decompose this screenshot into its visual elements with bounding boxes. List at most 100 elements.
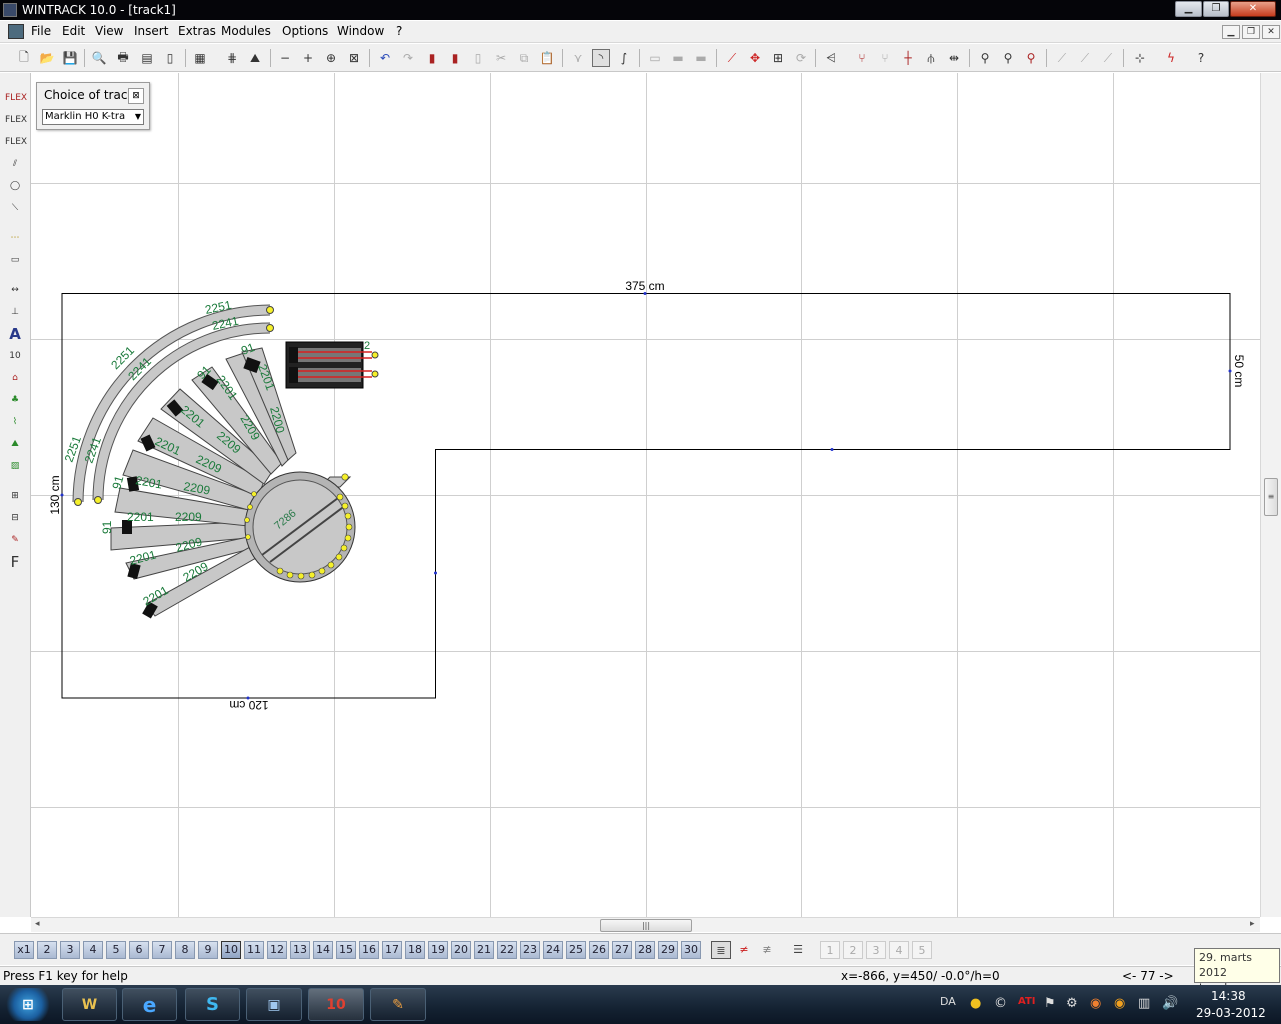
paint-taskbar-icon[interactable]: ✎ <box>370 988 426 1021</box>
switch-left-icon[interactable]: ⑂ <box>853 49 871 67</box>
map-tool-icon[interactable]: ▨ <box>5 457 25 475</box>
layer-tab-8[interactable]: 8 <box>175 941 195 959</box>
messenger-tray-icon[interactable]: ● <box>970 996 981 1011</box>
rotate-icon[interactable]: ⊞ <box>769 49 787 67</box>
vertical-scroll-thumb[interactable]: ≡ <box>1264 478 1278 516</box>
horizontal-scroll-thumb[interactable]: ||| <box>600 919 692 932</box>
parts-list-icon[interactable]: ⋕ <box>223 49 241 67</box>
layer-tab-28[interactable]: 28 <box>635 941 655 959</box>
layer-tab-1[interactable]: x1 <box>14 941 34 959</box>
height-tool-icon[interactable]: ⋯ <box>5 229 25 247</box>
scissors-icon[interactable]: ✂ <box>492 49 510 67</box>
align-icon[interactable]: ▬ <box>692 49 710 67</box>
menu-file[interactable]: File <box>31 24 51 38</box>
font-tool-icon[interactable]: F <box>5 553 25 571</box>
menu-window[interactable]: Window <box>337 24 384 38</box>
ruler-tool-icon[interactable]: ⊥ <box>5 303 25 321</box>
menu-help[interactable]: ? <box>396 24 402 38</box>
oval-tool-icon[interactable]: ◯ <box>5 177 25 195</box>
menu-edit[interactable]: Edit <box>62 24 85 38</box>
slope-three-icon[interactable]: ⟋ <box>1099 49 1117 67</box>
view-tab-5[interactable]: 5 <box>912 941 932 959</box>
menu-options[interactable]: Options <box>282 24 328 38</box>
layer-tab-15[interactable]: 15 <box>336 941 356 959</box>
open-folder-icon[interactable]: 📂 <box>38 49 56 67</box>
vertical-scrollbar[interactable]: ≡ <box>1260 73 1281 917</box>
layout-canvas[interactable]: 375 cm 50 cm 130 cm 120 cm 2251 2241 225… <box>31 73 1260 917</box>
tree-tool-icon[interactable]: ♣ <box>5 391 25 409</box>
cut-track-icon[interactable]: ▮ <box>446 49 464 67</box>
layer-tab-26[interactable]: 26 <box>589 941 609 959</box>
new-file-icon[interactable]: 🗋 <box>15 49 33 67</box>
terrain-tool-icon[interactable]: ⌇ <box>5 413 25 431</box>
horizontal-scrollbar[interactable]: ◂ ||| ▸ <box>31 917 1260 932</box>
rotate-180-icon[interactable]: ⟳ <box>792 49 810 67</box>
wintrack-taskbar-icon[interactable]: 10 <box>308 988 364 1021</box>
curve-track-icon[interactable]: ◝ <box>592 49 610 67</box>
network-tray-icon[interactable]: ▥ <box>1138 996 1150 1011</box>
connect-icon[interactable]: ⟋ <box>723 49 741 67</box>
steam-tray-icon[interactable]: ⚙ <box>1066 996 1078 1011</box>
zoom-all-icon[interactable]: ⊠ <box>345 49 363 67</box>
scroll-right-icon[interactable]: ▸ <box>1250 919 1255 929</box>
align-horizontal-tool-icon[interactable]: ⊟ <box>5 509 25 527</box>
zoom-window-icon[interactable]: ⊕ <box>322 49 340 67</box>
view-tab-4[interactable]: 4 <box>889 941 909 959</box>
menu-insert[interactable]: Insert <box>134 24 168 38</box>
text-tool-icon[interactable]: A <box>5 325 25 343</box>
panel-close-icon[interactable]: ⊠ <box>128 88 144 104</box>
mdi-minimize-button[interactable]: ▁ <box>1222 25 1240 39</box>
diagonal-tool-icon[interactable]: ⟍ <box>5 199 25 217</box>
platform-tool-icon[interactable]: ▭ <box>5 251 25 269</box>
help-pointer-icon[interactable]: ? <box>1192 49 1210 67</box>
clock-date[interactable]: 29-03-2012 <box>1196 1006 1266 1020</box>
signal-icon[interactable]: ⚲ <box>976 49 994 67</box>
move-icon[interactable]: ✥ <box>746 49 764 67</box>
minimize-button[interactable]: ▁ <box>1175 1 1202 17</box>
layer-tab-14[interactable]: 14 <box>313 941 333 959</box>
layer-tab-16[interactable]: 16 <box>359 941 379 959</box>
flag-tray-icon[interactable]: ⚑ <box>1044 996 1056 1011</box>
dimension-tool-icon[interactable]: ↔ <box>5 281 25 299</box>
all-layers-icon[interactable]: ≣ <box>711 941 731 959</box>
volume-tray-icon[interactable]: 🔊 <box>1162 996 1178 1011</box>
library-icon[interactable]: ▦ <box>191 49 209 67</box>
signal-two-icon[interactable]: ⚲ <box>999 49 1017 67</box>
group-icon[interactable]: ▭ <box>646 49 664 67</box>
building-tool-icon[interactable]: ⌂ <box>5 369 25 387</box>
redo-icon[interactable]: ↷ <box>399 49 417 67</box>
switch-right-icon[interactable]: ⑂ <box>876 49 894 67</box>
zoom-in-icon[interactable]: + <box>299 49 317 67</box>
layer-tab-23[interactable]: 23 <box>520 941 540 959</box>
cross-icon[interactable]: ┼ <box>899 49 917 67</box>
undo-icon[interactable]: ↶ <box>376 49 394 67</box>
view-tab-2[interactable]: 2 <box>843 941 863 959</box>
zoom-out-icon[interactable]: − <box>276 49 294 67</box>
measure-icon[interactable]: ⊹ <box>1131 49 1149 67</box>
language-indicator[interactable]: DA <box>940 995 956 1008</box>
save-icon[interactable]: 💾 <box>61 49 79 67</box>
start-button[interactable]: ⊞ <box>2 988 54 1021</box>
layer-tab-29[interactable]: 29 <box>658 941 678 959</box>
update-tray-icon[interactable]: ◉ <box>1114 996 1125 1011</box>
page-icon[interactable]: ▯ <box>161 49 179 67</box>
layer-tab-21[interactable]: 21 <box>474 941 494 959</box>
three-way-icon[interactable]: ⫛ <box>922 49 940 67</box>
layer-edit-icon[interactable]: ≠ <box>734 941 754 959</box>
document-icon[interactable] <box>8 24 24 39</box>
menu-extras[interactable]: Extras <box>178 24 216 38</box>
print-setup-icon[interactable]: ▤ <box>138 49 156 67</box>
layer-tab-22[interactable]: 22 <box>497 941 517 959</box>
landscape-icon[interactable]: ⛰ <box>246 49 264 67</box>
layer-tab-3[interactable]: 3 <box>60 941 80 959</box>
flex-track-icon[interactable]: ∫ <box>615 49 633 67</box>
track-system-dropdown[interactable]: Marklin H0 K-tra ▼ <box>42 109 144 125</box>
layer-hide-icon[interactable]: ≢ <box>757 941 777 959</box>
layer-tab-12[interactable]: 12 <box>267 941 287 959</box>
signal-three-icon[interactable]: ⚲ <box>1022 49 1040 67</box>
antivirus-tray-icon[interactable]: ◉ <box>1090 996 1101 1011</box>
flex-curve-tool-icon[interactable]: FLEX <box>5 111 27 129</box>
layer-stack-icon[interactable]: ☰ <box>788 941 808 959</box>
layer-tab-20[interactable]: 20 <box>451 941 471 959</box>
layer-tab-27[interactable]: 27 <box>612 941 632 959</box>
